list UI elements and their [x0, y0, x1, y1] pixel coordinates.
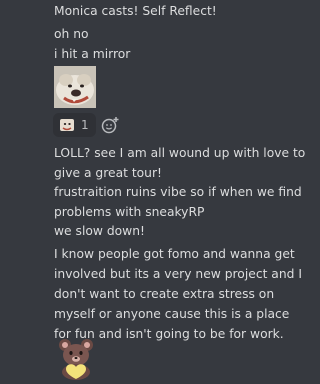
message-text: I know people got fomo and wanna get inv…	[54, 247, 302, 341]
reaction-count: 1	[81, 118, 89, 132]
message-text: we slow down!	[54, 224, 145, 238]
dog-face-emote[interactable]	[54, 66, 96, 108]
chat-message-group: Monica casts! Self Reflect! oh no i hit …	[0, 0, 319, 384]
message-text: oh no	[54, 27, 89, 41]
dog-emote-icon	[60, 119, 74, 131]
reaction-pill[interactable]: 1	[53, 113, 96, 137]
bear-hug-icon	[59, 339, 93, 380]
bear-hug-emote[interactable]	[54, 336, 98, 380]
message-text: Monica casts! Self Reflect!	[54, 4, 217, 18]
add-reaction-icon	[101, 117, 119, 134]
message-text: LOLL? see I am all wound up with love to…	[54, 146, 306, 180]
message-text: frustraition ruins vibe so if when we fi…	[54, 185, 302, 219]
add-reaction-button[interactable]	[100, 115, 120, 135]
dog-face-icon	[54, 66, 96, 108]
message-text: i hit a mirror	[54, 47, 131, 61]
